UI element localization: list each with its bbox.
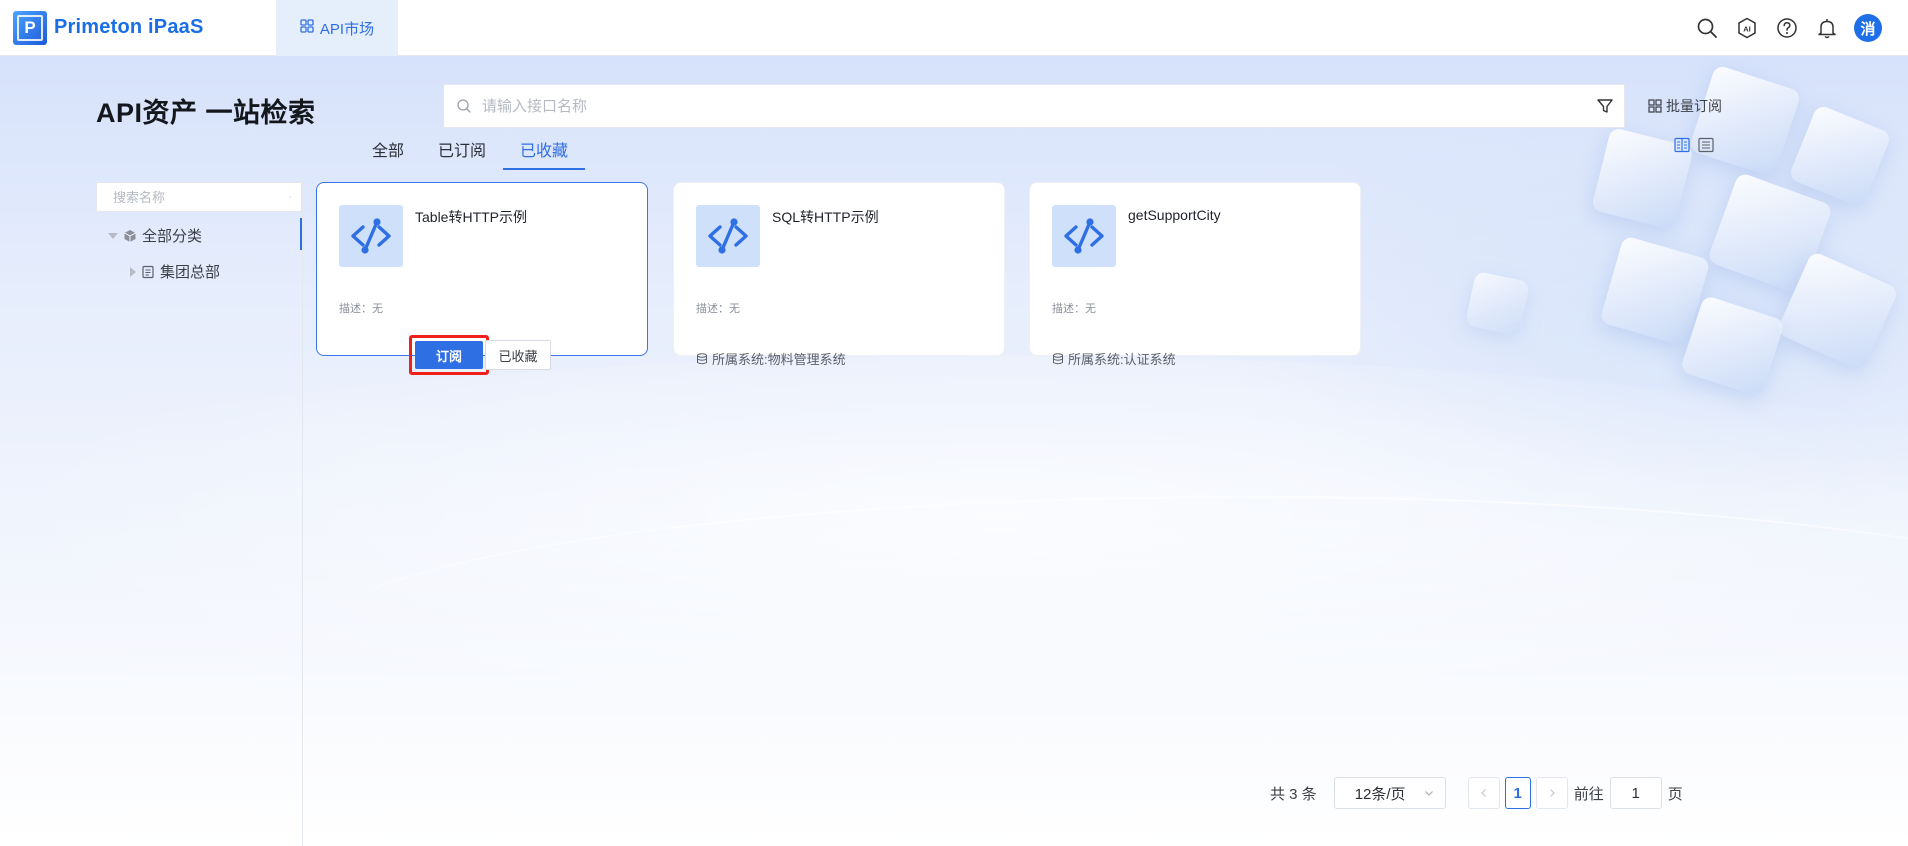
chevron-right-icon (1549, 789, 1555, 797)
api-card-description: 描述：无 (1052, 303, 1096, 315)
database-icon (697, 352, 707, 364)
prev-page-button[interactable] (1467, 777, 1500, 809)
api-card-system-label: 所属系统:认证系统 (1068, 352, 1176, 367)
page-title: API资产 一站检索 (96, 98, 316, 128)
grid-icon (300, 19, 314, 37)
tree-node-label: 全部分类 (142, 228, 203, 245)
filter-tabs: 全部 已订阅 已收藏 (355, 138, 586, 170)
goto-label: 前往 (1573, 785, 1604, 803)
api-card-description: 描述：无 (339, 303, 383, 315)
api-search-input[interactable] (482, 86, 1596, 126)
api-card-title[interactable]: SQL转HTTP示例 (772, 207, 879, 227)
caret-down-icon[interactable] (108, 232, 118, 239)
bell-icon[interactable] (1814, 15, 1840, 41)
caret-right-icon[interactable] (130, 266, 136, 277)
database-icon (1053, 352, 1063, 364)
category-search-box[interactable] (96, 182, 302, 212)
logo-mark: P (13, 10, 47, 45)
subscribe-highlight: 订阅 (409, 335, 489, 375)
main-content: API资产 一站检索 批量订阅 全部 已订阅 已收藏 (0, 56, 1908, 846)
cube-icon (124, 229, 136, 242)
page-number-current[interactable]: 1 (1504, 777, 1531, 809)
list-view-icon[interactable] (1697, 136, 1715, 154)
tab-all[interactable]: 全部 (355, 138, 421, 170)
svg-text:AI: AI (1743, 25, 1751, 34)
nav-tab-label: API市场 (319, 20, 375, 38)
subscribe-button[interactable]: 订阅 (415, 341, 483, 369)
top-toolbar: AI 消 (1694, 0, 1882, 56)
document-icon (142, 265, 154, 278)
api-card-description: 描述：无 (696, 303, 740, 315)
chevron-left-icon (1480, 789, 1486, 797)
api-card-table-to-http[interactable]: Table转HTTP示例 描述：无 订阅 已收藏 (316, 182, 648, 375)
search-icon (457, 99, 471, 113)
help-icon[interactable] (1774, 15, 1800, 41)
api-card-sql-to-http[interactable]: SQL转HTTP示例 描述：无 所属系统:物料管理系统 (673, 182, 1005, 367)
tree-node-group-hq[interactable]: 集团总部 (130, 261, 220, 282)
batch-subscribe-label: 批量订阅 (1666, 98, 1722, 114)
user-avatar[interactable]: 消 (1854, 14, 1882, 42)
top-bar: P Primeton iPaaS API市场 AI 消 (0, 0, 1908, 56)
api-card-actions: 订阅 已收藏 (409, 335, 551, 375)
api-card-system: 所属系统:认证系统 (1052, 349, 1176, 368)
tree-node-label: 集团总部 (160, 264, 221, 281)
tab-favorited[interactable]: 已收藏 (503, 138, 586, 170)
page-size-value: 12条/页 (1354, 785, 1406, 803)
api-card-title[interactable]: Table转HTTP示例 (415, 207, 527, 227)
pagination-total: 共 3 条 (1270, 785, 1317, 803)
api-link-icon (696, 205, 760, 267)
favorited-button[interactable]: 已收藏 (485, 340, 551, 370)
card-view-icon[interactable] (1673, 136, 1691, 154)
chevron-down-icon (1424, 791, 1433, 796)
api-card-title[interactable]: getSupportCity (1128, 207, 1221, 223)
sidebar-divider (302, 178, 303, 846)
app-logo[interactable]: P Primeton iPaaS (13, 0, 204, 56)
decorative-cube (1688, 64, 1802, 178)
view-toggle (1673, 136, 1715, 154)
decorative-cube (1464, 270, 1531, 337)
search-icon[interactable] (1694, 15, 1720, 41)
batch-icon (1648, 99, 1662, 113)
api-link-icon (339, 205, 403, 267)
decorative-cube (1787, 103, 1893, 209)
tab-subscribed[interactable]: 已订阅 (421, 138, 503, 170)
api-search-box[interactable] (443, 84, 1625, 128)
next-page-button[interactable] (1535, 777, 1568, 809)
search-icon (289, 196, 291, 198)
page-suffix: 页 (1667, 785, 1683, 803)
batch-subscribe-button[interactable]: 批量订阅 (1648, 96, 1722, 116)
api-card-system-label: 所属系统:物料管理系统 (712, 352, 846, 367)
nav-tab-api-market[interactable]: API市场 (276, 0, 398, 56)
goto-page-input[interactable] (1609, 777, 1662, 809)
tree-node-all-categories[interactable]: 全部分类 (108, 225, 202, 246)
ai-assistant-icon[interactable]: AI (1734, 15, 1760, 41)
sidebar-active-indicator (300, 218, 302, 250)
pagination: 共 3 条 12条/页 1 前往 页 (1270, 777, 1683, 809)
api-card-system: 所属系统:物料管理系统 (696, 349, 846, 368)
api-card-get-support-city[interactable]: getSupportCity 描述：无 所属系统:认证系统 (1029, 182, 1361, 367)
category-search-input[interactable] (113, 189, 289, 205)
api-link-icon (1052, 205, 1116, 267)
page-size-select[interactable]: 12条/页 (1333, 777, 1446, 809)
app-name: Primeton iPaaS (54, 16, 204, 38)
filter-icon[interactable] (1596, 97, 1614, 115)
